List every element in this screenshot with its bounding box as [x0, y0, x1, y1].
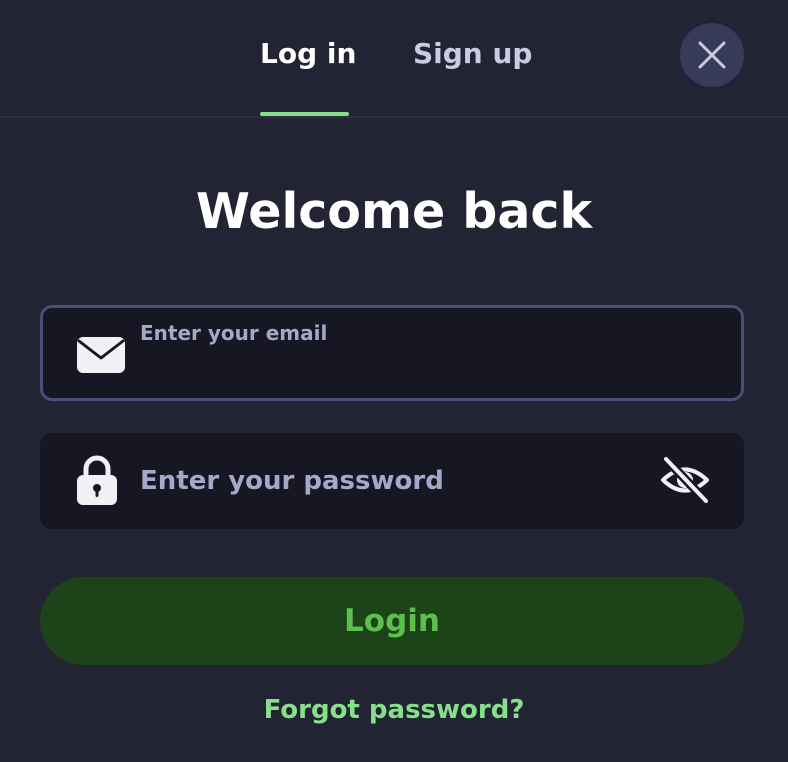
lock-icon [77, 455, 117, 505]
envelope-icon [77, 337, 125, 373]
tab-signup[interactable]: Sign up [413, 36, 532, 72]
email-field[interactable] [40, 305, 744, 401]
email-input[interactable] [140, 318, 700, 348]
eye-off-icon[interactable] [660, 455, 710, 505]
active-tab-indicator [260, 112, 349, 116]
auth-modal: Log in Sign up Welcome back Enter your e… [0, 0, 788, 762]
login-button[interactable]: Login [40, 577, 744, 665]
tab-login[interactable]: Log in [260, 36, 356, 72]
forgot-password-link[interactable]: Forgot password? [0, 692, 788, 728]
close-button[interactable] [680, 23, 744, 87]
page-title: Welcome back [195, 183, 593, 240]
password-field[interactable] [40, 433, 744, 529]
password-input[interactable] [140, 463, 620, 499]
close-icon [698, 41, 726, 69]
auth-tabs: Log in Sign up [0, 0, 788, 118]
